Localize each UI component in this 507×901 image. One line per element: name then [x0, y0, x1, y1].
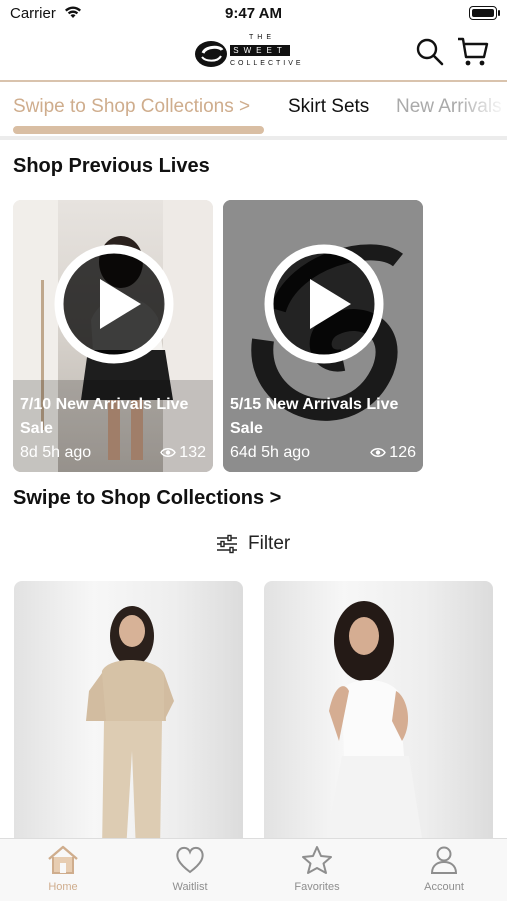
logo-text-the: THE: [249, 34, 275, 41]
tab-skirt-sets[interactable]: Skirt Sets: [288, 96, 369, 118]
logo-text-collective: COLLECTIVE: [230, 60, 304, 67]
play-icon[interactable]: [53, 243, 175, 365]
tabbar-label-account: Account: [424, 881, 464, 893]
logo-mark-icon: [195, 41, 227, 67]
app-header: THE SWEET COLLECTIVE: [0, 28, 507, 82]
tabbar-home[interactable]: Home: [0, 845, 126, 893]
eye-icon: [160, 448, 177, 458]
home-icon: [48, 845, 78, 874]
play-icon[interactable]: [263, 243, 385, 365]
bottom-tab-bar: Home Waitlist Favorites Account: [0, 838, 507, 901]
tabbar-favorites[interactable]: Favorites: [254, 845, 380, 893]
brand-logo[interactable]: THE SWEET COLLECTIVE: [194, 32, 314, 76]
logo-text-sweet: SWEET: [230, 45, 290, 56]
filter-label: Filter: [248, 533, 291, 554]
search-icon[interactable]: [416, 38, 444, 66]
collections-heading[interactable]: Swipe to Shop Collections >: [13, 487, 281, 510]
eye-icon: [370, 448, 387, 458]
live-card-views: 132: [160, 444, 206, 462]
live-card-1[interactable]: 7/10 New Arrivals Live Sale 8d 5h ago 13…: [13, 200, 213, 472]
active-tab-indicator: [13, 126, 264, 134]
battery-icon: [469, 6, 500, 20]
live-card-views: 126: [370, 444, 416, 462]
collection-tabs: Swipe to Shop Collections > Skirt Sets N…: [0, 82, 507, 140]
product-image-2: [324, 601, 424, 851]
product-card-1[interactable]: [14, 581, 243, 851]
tabbar-label-waitlist: Waitlist: [172, 881, 208, 893]
status-bar: Carrier 9:47 AM: [0, 0, 507, 28]
live-card-title: 5/15 New Arrivals Live Sale: [230, 396, 399, 437]
product-image-1: [86, 606, 174, 851]
person-icon: [430, 846, 458, 874]
tabs-fade-overlay: [457, 82, 507, 136]
clock: 9:47 AM: [225, 5, 282, 22]
heart-icon: [176, 846, 204, 874]
live-card-title: 7/10 New Arrivals Live Sale: [20, 396, 189, 437]
live-card-2[interactable]: 5/15 New Arrivals Live Sale 64d 5h ago 1…: [223, 200, 423, 472]
previous-lives-heading: Shop Previous Lives: [13, 155, 210, 177]
tab-swipe-to-shop[interactable]: Swipe to Shop Collections >: [13, 96, 250, 118]
star-icon: [302, 846, 332, 874]
tabbar-label-favorites: Favorites: [294, 881, 340, 893]
cart-icon[interactable]: [457, 37, 489, 67]
filter-icon: [217, 534, 237, 554]
live-card-view-count: 126: [389, 444, 416, 461]
tabbar-label-home: Home: [48, 881, 78, 893]
tabbar-waitlist[interactable]: Waitlist: [127, 845, 253, 893]
tabbar-account[interactable]: Account: [381, 845, 507, 893]
live-card-time: 8d 5h ago: [20, 444, 92, 461]
product-card-2[interactable]: [264, 581, 493, 851]
live-card-view-count: 132: [179, 444, 206, 461]
filter-button[interactable]: Filter: [216, 533, 290, 555]
live-card-time: 64d 5h ago: [230, 444, 311, 461]
